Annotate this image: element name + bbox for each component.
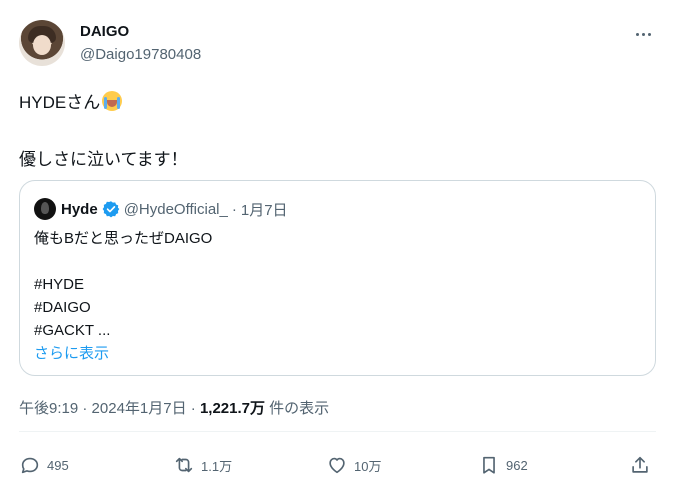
quoted-tweet[interactable]: Hyde @HydeOfficial_ · 1月7日 俺もBだと思ったぜDAIG… <box>19 180 656 376</box>
like-count: 10万 <box>354 458 382 474</box>
reply-icon <box>21 457 39 474</box>
tweet-card: DAIGO @Daigo19780408 HYDEさん 優しさに泣いてます！ H… <box>0 0 675 491</box>
views-label: 件の表示 <box>269 400 330 417</box>
divider <box>19 431 656 432</box>
author-display-name[interactable]: DAIGO <box>80 23 129 40</box>
reply-button[interactable]: 495 <box>19 450 69 480</box>
verified-badge-icon <box>102 201 120 218</box>
quoted-tweet-header: Hyde @HydeOfficial_ · 1月7日 <box>34 198 288 220</box>
bookmark-icon <box>483 456 495 474</box>
author-avatar[interactable] <box>19 20 65 66</box>
separator-dot: · <box>231 200 237 218</box>
show-more-link[interactable]: さらに表示 <box>34 342 109 363</box>
retweet-count: 1.1万 <box>201 458 233 474</box>
author-handle[interactable]: @Daigo19780408 <box>80 46 201 63</box>
like-button[interactable]: 10万 <box>326 450 381 480</box>
retweet-icon <box>175 457 193 473</box>
tweet-header: DAIGO @Daigo19780408 <box>19 20 655 68</box>
tweet-time[interactable]: 午後9:19 <box>19 400 78 417</box>
quoted-author-handle[interactable]: @HydeOfficial_ <box>124 201 228 218</box>
reply-count: 495 <box>47 457 69 473</box>
bookmark-count: 962 <box>506 457 528 473</box>
crying-face-emoji-icon <box>102 90 123 111</box>
tweet-metadata: 午後9:19 · 2024年1月7日 · 1,221.7万 件の表示 <box>19 397 329 418</box>
retweet-button[interactable]: 1.1万 <box>173 450 232 480</box>
tweet-text-line-2: 優しさに泣いてます！ <box>19 150 188 169</box>
tweet-text: HYDEさん <box>19 93 101 112</box>
separator-dot: · <box>82 400 88 417</box>
more-options-icon[interactable] <box>631 24 655 44</box>
heart-icon <box>329 457 345 474</box>
quoted-tweet-text: 俺もBだと思ったぜDAIGO #HYDE #DAIGO #GACKT ... <box>34 230 213 339</box>
quoted-tweet-date[interactable]: 1月7日 <box>241 199 288 220</box>
share-icon <box>632 456 648 473</box>
avatar-face <box>33 35 51 55</box>
tweet-text-line-1: HYDEさん <box>19 88 123 113</box>
tweet-date[interactable]: 2024年1月7日 <box>92 400 187 417</box>
separator-dot: · <box>190 400 196 417</box>
share-button[interactable] <box>629 450 651 480</box>
action-bar: 495 1.1万 10万 962 <box>19 450 659 480</box>
views-count: 1,221.7万 <box>199 400 265 417</box>
quoted-author-avatar[interactable] <box>34 198 56 220</box>
bookmark-button[interactable]: 962 <box>478 450 528 480</box>
quoted-author-name[interactable]: Hyde <box>61 201 98 218</box>
